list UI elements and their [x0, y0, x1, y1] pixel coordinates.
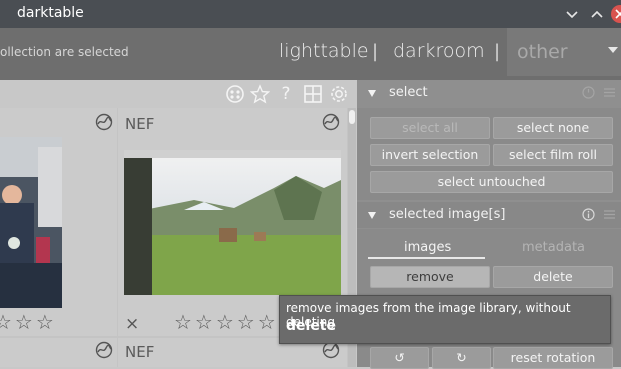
collapse-triangle-icon[interactable]: [368, 212, 376, 219]
thumbnail-image[interactable]: [0, 137, 62, 308]
selected-section-title[interactable]: selected image[s]: [389, 207, 505, 222]
selection-status: ollection are selected: [0, 45, 129, 59]
view-separator: |: [372, 41, 379, 62]
gear-icon[interactable]: [329, 84, 349, 104]
select-section-title[interactable]: select: [389, 85, 428, 100]
color-labels-icon[interactable]: [225, 84, 245, 104]
tooltip-shortcut: delete: [286, 318, 336, 334]
presets-menu-icon[interactable]: [603, 86, 616, 102]
altered-icon[interactable]: [322, 341, 340, 364]
reset-icon[interactable]: [582, 86, 595, 102]
scrollbar-thumb[interactable]: [349, 110, 355, 124]
rotate-ccw-button[interactable]: ↺: [370, 347, 429, 369]
reject-icon[interactable]: ×: [125, 314, 139, 334]
help-icon[interactable]: ?: [276, 84, 296, 104]
tab-images[interactable]: images: [404, 240, 451, 255]
close-icon[interactable]: [611, 5, 621, 23]
altered-icon[interactable]: [322, 113, 340, 136]
reset-rotation-button[interactable]: reset rotation: [493, 347, 613, 369]
file-type-label: NEF: [125, 115, 155, 133]
layout-grid-icon[interactable]: [303, 84, 323, 104]
file-type-label: NEF: [125, 343, 155, 361]
star-rating[interactable]: ☆☆☆☆☆: [174, 310, 279, 334]
info-icon[interactable]: [582, 208, 595, 224]
active-tab-underline: [368, 257, 485, 259]
select-film-roll-button[interactable]: select film roll: [493, 144, 613, 166]
view-separator: |: [494, 41, 501, 62]
thumbnail-image[interactable]: [124, 150, 341, 295]
view-lighttable[interactable]: lighttable: [279, 40, 369, 62]
rotate-cw-button[interactable]: ↻: [432, 347, 491, 369]
select-untouched-button[interactable]: select untouched: [370, 171, 613, 193]
window-title: darktable: [17, 5, 84, 21]
invert-selection-button[interactable]: invert selection: [370, 144, 490, 166]
minimize-icon[interactable]: [562, 4, 582, 24]
altered-icon[interactable]: [95, 113, 113, 136]
presets-menu-icon[interactable]: [603, 208, 616, 224]
title-bar: [0, 0, 621, 28]
tooltip-text: remove images from the image library, wi…: [286, 301, 571, 329]
view-other[interactable]: other: [517, 41, 568, 63]
remove-button[interactable]: remove: [370, 266, 490, 288]
tab-metadata[interactable]: metadata: [522, 240, 585, 255]
maximize-icon[interactable]: [587, 4, 607, 24]
select-all-button[interactable]: select all: [370, 117, 490, 139]
collapse-triangle-icon[interactable]: [368, 90, 376, 97]
star-rating[interactable]: ☆☆☆: [0, 310, 57, 334]
chevron-down-icon[interactable]: [608, 47, 618, 53]
delete-button[interactable]: delete: [493, 266, 613, 288]
view-darkroom[interactable]: darkroom: [393, 40, 485, 62]
select-none-button[interactable]: select none: [493, 117, 613, 139]
star-icon[interactable]: [249, 84, 271, 104]
altered-icon[interactable]: [95, 341, 113, 364]
